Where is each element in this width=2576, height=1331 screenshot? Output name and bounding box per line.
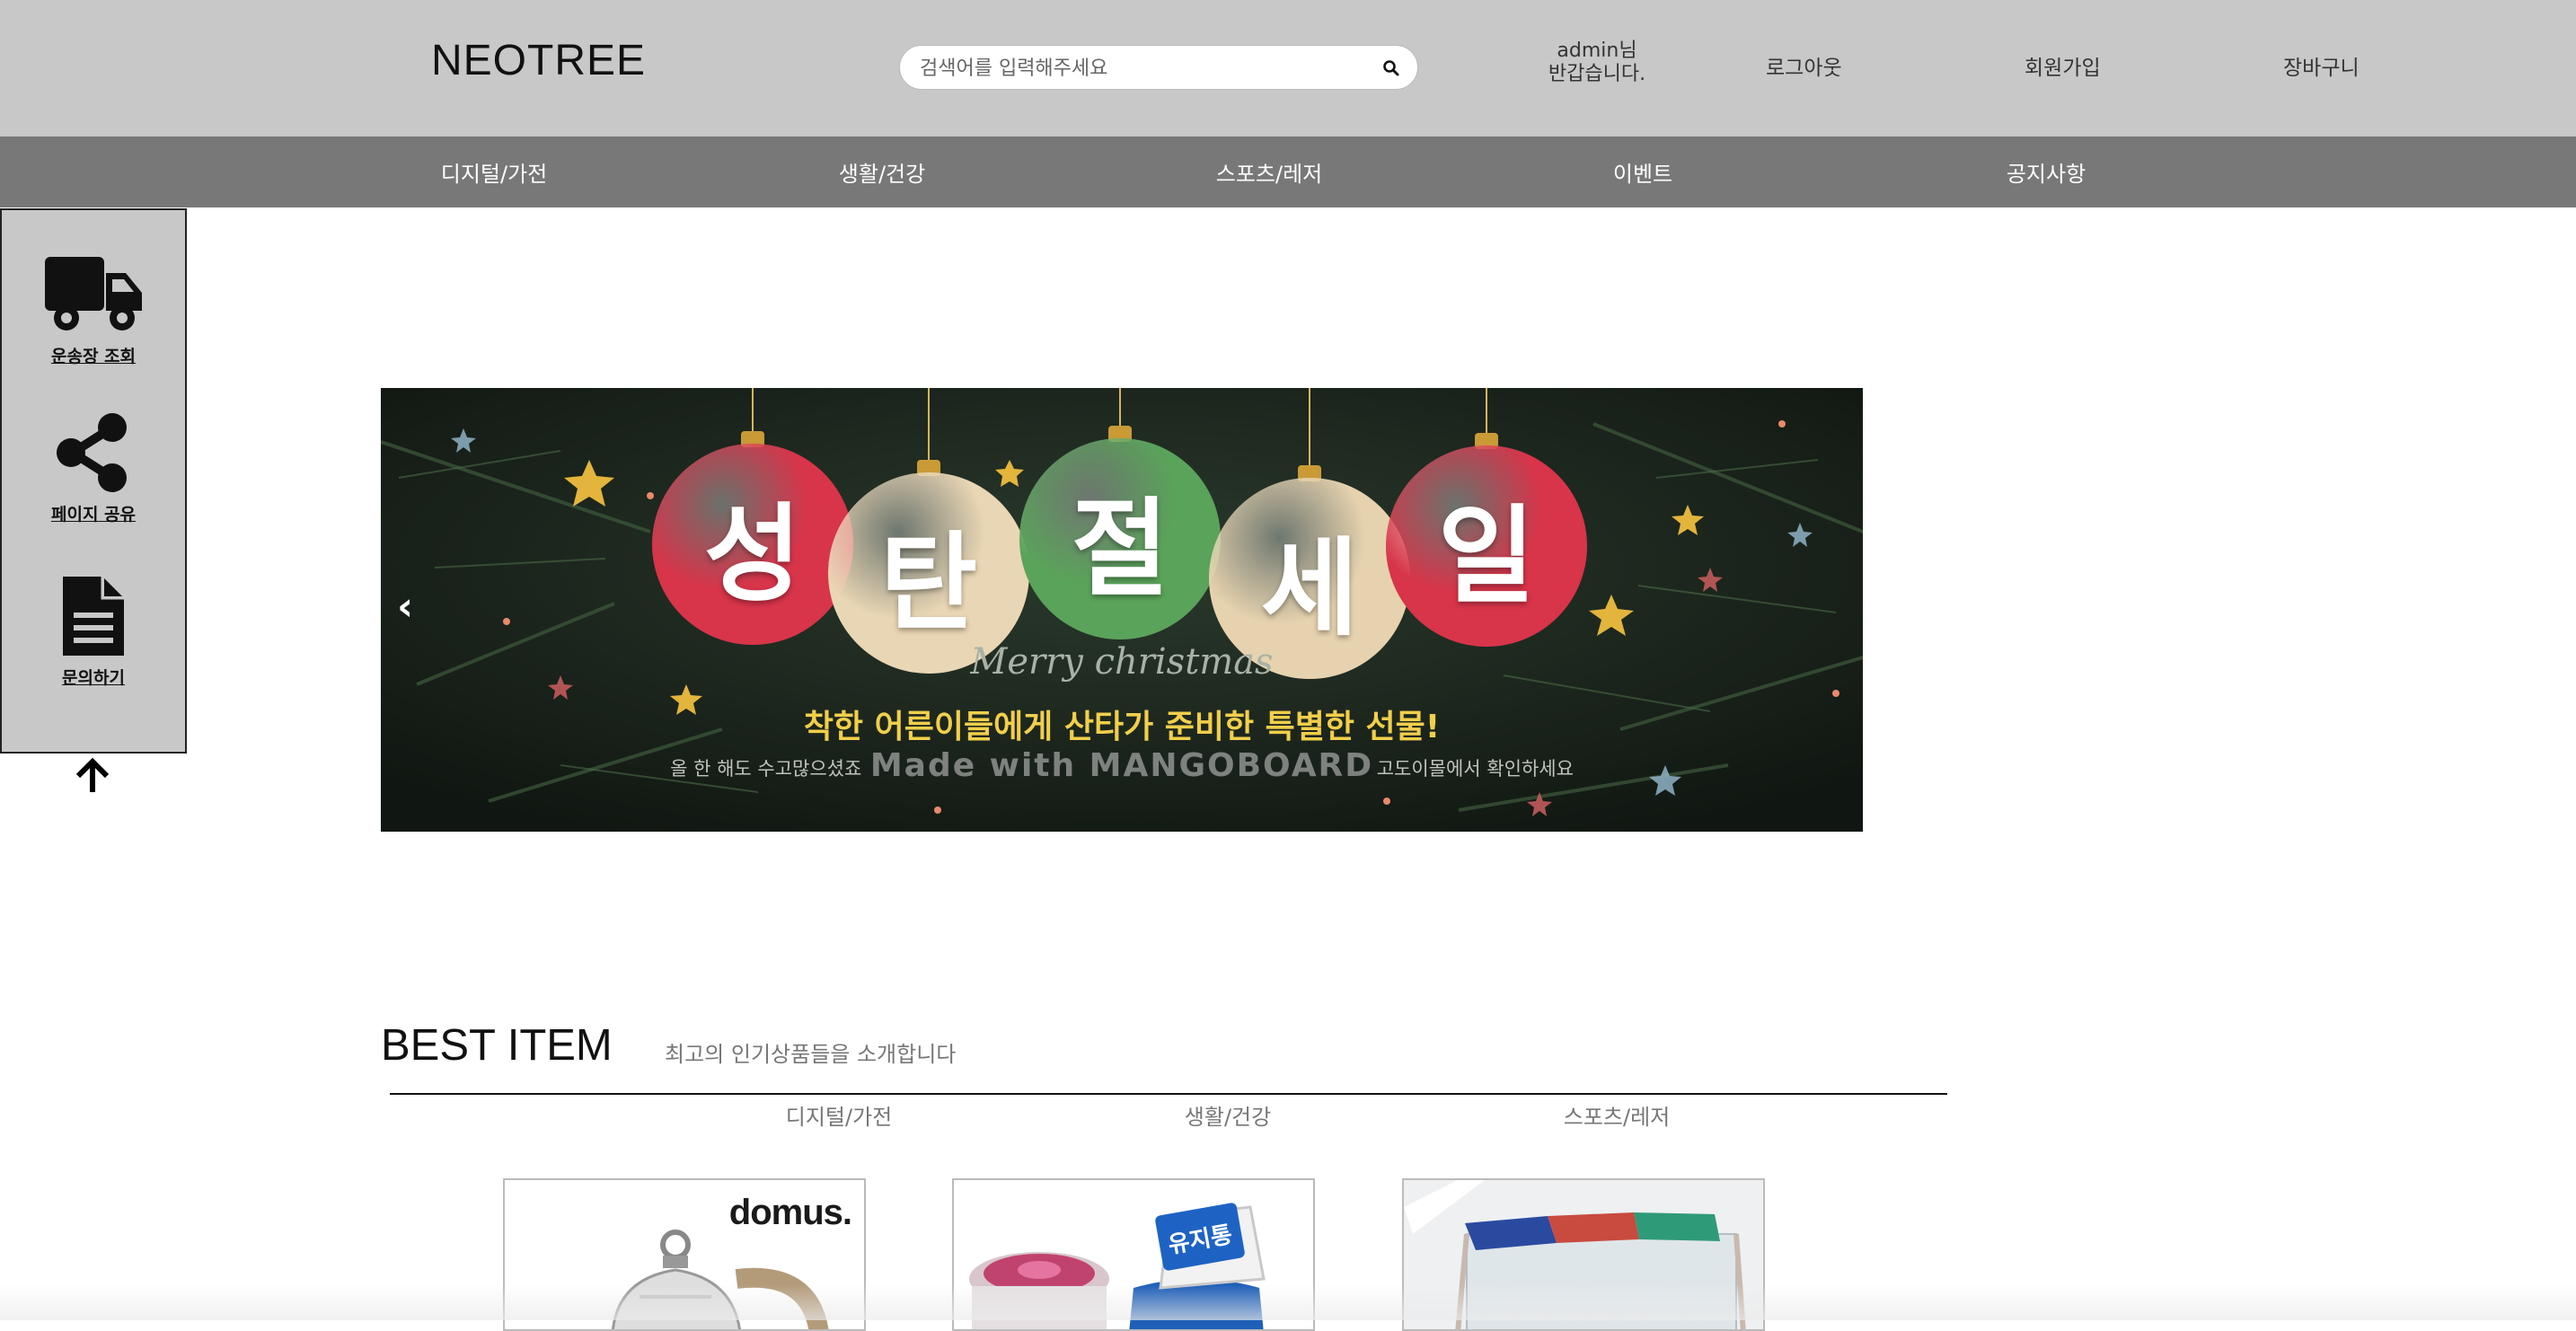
logout-link[interactable]: 로그아웃 <box>1766 50 1842 81</box>
best-item-subtitle: 최고의 인기상품들을 소개합니다 <box>665 1042 957 1067</box>
ornament-1: 성 <box>652 444 853 645</box>
best-item-title: BEST ITEM <box>381 1021 613 1070</box>
cart-link[interactable]: 장바구니 <box>2283 50 2360 81</box>
ornament-string <box>1486 388 1487 438</box>
best-tab-digital[interactable]: 디지털/가전 <box>786 1099 893 1131</box>
ornament-string <box>1309 388 1310 471</box>
best-tab-sports[interactable]: 스포츠/레저 <box>1564 1099 1671 1131</box>
signup-link[interactable]: 회원가입 <box>2025 50 2101 81</box>
top-header: NEOTREE admin님 반갑습니다. 로그아웃 회원가입 장바구니 <box>0 0 2576 137</box>
share-icon <box>57 413 127 492</box>
arrow-up-icon <box>75 757 110 792</box>
best-tab-living[interactable]: 생활/건강 <box>1185 1099 1271 1131</box>
recycle-bin-image <box>1404 1180 1763 1329</box>
nav-item-sports[interactable]: 스포츠/레저 <box>1216 156 1323 188</box>
quick-menu: 운송장 조회 페이지 공유 문의하기 <box>0 208 187 754</box>
product-card[interactable]: 유지통 <box>952 1178 1315 1331</box>
main-nav: 디지털/가전 생활/건강 스포츠/레저 이벤트 공지사항 <box>0 137 2576 207</box>
ornament-string <box>1119 388 1121 431</box>
banner-watermark: Made with MANGOBOARD <box>869 747 1374 784</box>
search-button[interactable] <box>1378 55 1405 82</box>
ornament-5: 일 <box>1386 445 1587 647</box>
best-divider <box>390 1093 1947 1095</box>
greeting-message: 반갑습니다. <box>1548 63 1646 85</box>
user-greeting: admin님 반갑습니다. <box>1534 40 1660 86</box>
merry-christmas-text: Merry christmas <box>970 641 1274 683</box>
kettle-image <box>612 1230 829 1329</box>
quick-label-share: 페이지 공유 <box>50 505 136 524</box>
back-to-top-button[interactable] <box>74 756 111 794</box>
truck-icon <box>45 257 142 331</box>
nav-item-digital[interactable]: 디지털/가전 <box>441 156 548 188</box>
quick-label-tracking: 운송장 조회 <box>50 347 136 366</box>
nav-item-living[interactable]: 생활/건강 <box>839 156 925 188</box>
ornament-string <box>752 388 754 436</box>
product-card[interactable]: domus. <box>503 1178 866 1331</box>
trash-bin-image <box>969 1203 1266 1329</box>
nav-item-event[interactable]: 이벤트 <box>1613 156 1672 188</box>
nav-item-notice[interactable]: 공지사항 <box>2007 156 2086 188</box>
quick-item-tracking[interactable]: 운송장 조회 <box>2 253 185 367</box>
ornament-3: 절 <box>1019 438 1221 639</box>
document-icon <box>63 577 124 656</box>
quick-item-inquiry[interactable]: 문의하기 <box>2 575 185 689</box>
search-icon <box>1383 60 1399 76</box>
promo-headline: 착한 어른이들에게 산타가 준비한 특별한 선물! <box>803 709 1441 745</box>
ornament-string <box>928 388 930 465</box>
product-card[interactable] <box>1402 1178 1765 1331</box>
search-box <box>899 45 1418 90</box>
quick-item-share[interactable]: 페이지 공유 <box>2 411 185 525</box>
search-input[interactable] <box>918 53 1353 84</box>
site-logo[interactable]: NEOTREE <box>431 36 646 85</box>
christmas-sale-banner[interactable]: 성 탄 절 세 일 Merry christmas 착한 어른이들에게 산타가 … <box>381 388 1863 832</box>
banner-prev-button[interactable]: ‹ <box>397 584 413 630</box>
quick-label-inquiry: 문의하기 <box>62 668 125 688</box>
greeting-username: admin님 <box>1557 40 1637 62</box>
